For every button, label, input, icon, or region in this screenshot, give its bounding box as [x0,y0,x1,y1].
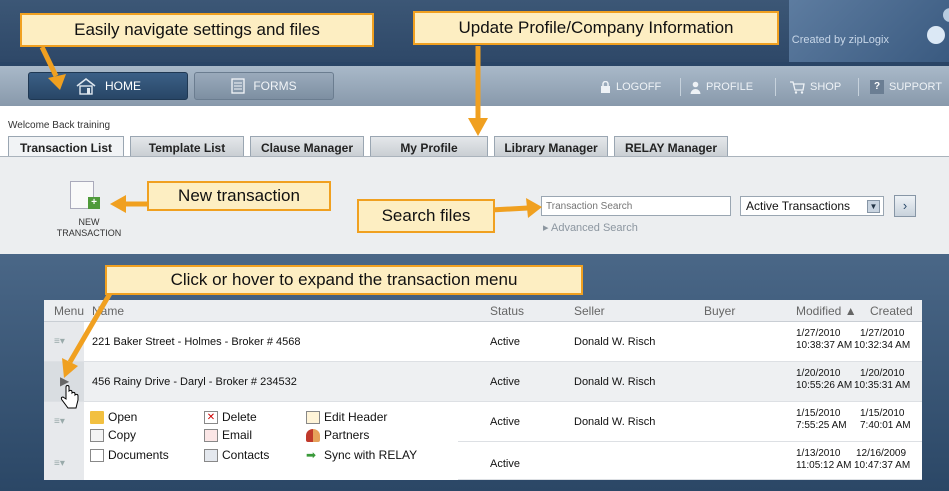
arrow-to-menu [67,288,115,364]
arrowhead-profile [468,118,488,136]
callout-search: Search files [357,199,495,233]
callout-profile: Update Profile/Company Information [413,11,779,45]
arrow-to-home [39,45,59,78]
arrowhead-new [110,195,126,213]
arrowhead-search [526,198,542,218]
app-window: Created by zipLogix HOME FORMS LOGOFF PR… [0,0,949,491]
callout-navigate: Easily navigate settings and files [20,13,374,47]
callout-expand-menu: Click or hover to expand the transaction… [105,265,583,295]
callout-new-transaction: New transaction [147,181,331,211]
arrowhead-home [48,74,66,90]
callout-arrows [39,45,542,378]
